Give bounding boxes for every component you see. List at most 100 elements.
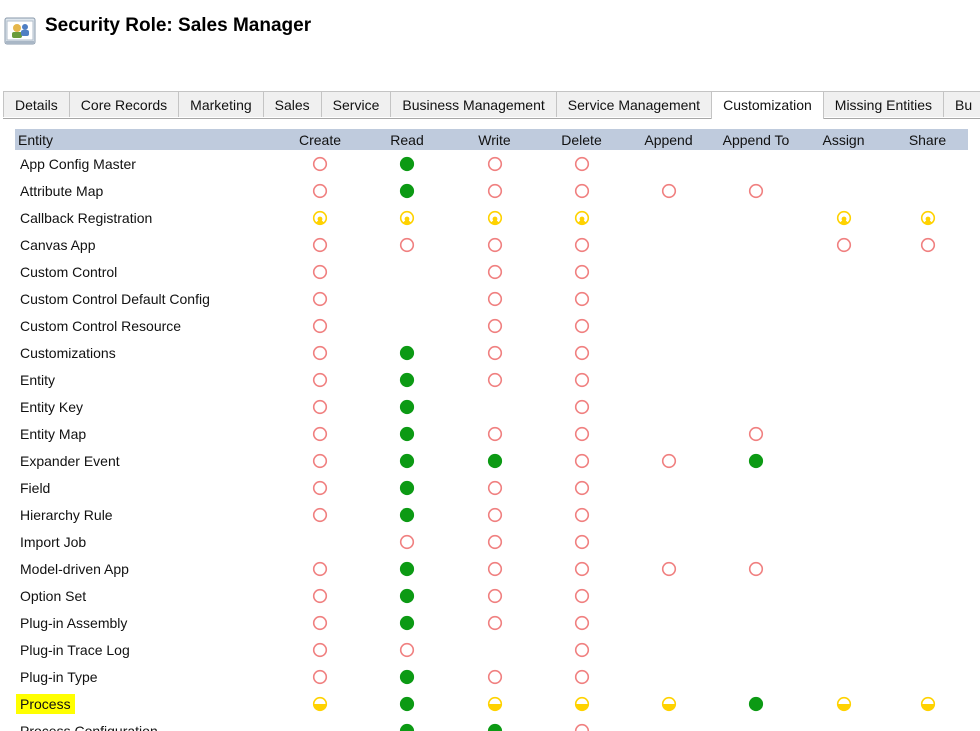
privilege-business-unit-icon[interactable] [661,696,677,712]
privilege-cell-create[interactable] [277,474,363,501]
privilege-organization-icon[interactable] [399,561,415,577]
privilege-none-icon[interactable] [574,291,590,307]
privilege-cell-read[interactable] [363,204,451,231]
tab-core-records[interactable]: Core Records [68,91,180,117]
privilege-user-icon[interactable] [312,210,328,226]
privilege-organization-icon[interactable] [399,615,415,631]
privilege-business-unit-icon[interactable] [487,696,503,712]
privilege-cell-read[interactable] [363,474,451,501]
privilege-organization-icon[interactable] [399,426,415,442]
privilege-none-icon[interactable] [487,615,503,631]
privilege-none-icon[interactable] [487,183,503,199]
privilege-cell-delete[interactable] [538,258,625,285]
privilege-cell-create[interactable] [277,258,363,285]
privilege-cell-write[interactable] [451,501,538,528]
privilege-cell-share[interactable] [887,204,968,231]
privilege-none-icon[interactable] [748,183,764,199]
privilege-cell-read[interactable] [363,690,451,717]
privilege-business-unit-icon[interactable] [836,696,852,712]
privilege-none-icon[interactable] [312,156,328,172]
privilege-organization-icon[interactable] [399,480,415,496]
privilege-cell-assign[interactable] [800,690,887,717]
privilege-none-icon[interactable] [574,561,590,577]
privilege-none-icon[interactable] [487,534,503,550]
tab-missing-entities[interactable]: Missing Entities [822,91,945,117]
privilege-cell-read[interactable] [363,582,451,609]
privilege-user-icon[interactable] [487,210,503,226]
privilege-none-icon[interactable] [487,264,503,280]
privilege-cell-delete[interactable] [538,285,625,312]
privilege-cell-delete[interactable] [538,312,625,339]
privilege-none-icon[interactable] [574,669,590,685]
privilege-none-icon[interactable] [574,318,590,334]
privilege-cell-write[interactable] [451,582,538,609]
privilege-cell-create[interactable] [277,555,363,582]
privilege-none-icon[interactable] [836,237,852,253]
privilege-organization-icon[interactable] [399,156,415,172]
privilege-cell-share[interactable] [887,690,968,717]
privilege-none-icon[interactable] [399,534,415,550]
privilege-cell-create[interactable] [277,339,363,366]
privilege-cell-append-to[interactable] [712,690,800,717]
privilege-cell-delete[interactable] [538,339,625,366]
privilege-organization-icon[interactable] [487,453,503,469]
privilege-cell-delete[interactable] [538,717,625,731]
privilege-none-icon[interactable] [399,237,415,253]
privilege-cell-delete[interactable] [538,366,625,393]
privilege-none-icon[interactable] [487,156,503,172]
privilege-organization-icon[interactable] [399,345,415,361]
privilege-none-icon[interactable] [487,480,503,496]
privilege-cell-delete[interactable] [538,447,625,474]
privilege-none-icon[interactable] [574,534,590,550]
privilege-cell-append[interactable] [625,447,712,474]
privilege-cell-write[interactable] [451,150,538,177]
privilege-cell-create[interactable] [277,663,363,690]
privilege-cell-append-to[interactable] [712,555,800,582]
privilege-cell-append-to[interactable] [712,447,800,474]
privilege-user-icon[interactable] [399,210,415,226]
privilege-cell-delete[interactable] [538,474,625,501]
privilege-none-icon[interactable] [748,561,764,577]
privilege-cell-delete[interactable] [538,231,625,258]
privilege-cell-delete[interactable] [538,177,625,204]
privilege-cell-delete[interactable] [538,204,625,231]
privilege-cell-write[interactable] [451,231,538,258]
tab-customization[interactable]: Customization [711,91,824,119]
privilege-cell-delete[interactable] [538,501,625,528]
privilege-cell-create[interactable] [277,204,363,231]
privilege-cell-write[interactable] [451,474,538,501]
privilege-cell-read[interactable] [363,636,451,663]
privilege-business-unit-icon[interactable] [312,696,328,712]
privilege-cell-delete[interactable] [538,609,625,636]
privilege-cell-create[interactable] [277,690,363,717]
privilege-cell-delete[interactable] [538,636,625,663]
privilege-cell-write[interactable] [451,312,538,339]
privilege-none-icon[interactable] [661,561,677,577]
privilege-cell-read[interactable] [363,366,451,393]
privilege-cell-assign[interactable] [800,204,887,231]
privilege-cell-write[interactable] [451,528,538,555]
privilege-cell-read[interactable] [363,663,451,690]
privilege-cell-delete[interactable] [538,555,625,582]
privilege-cell-write[interactable] [451,204,538,231]
privilege-none-icon[interactable] [574,453,590,469]
privilege-cell-create[interactable] [277,366,363,393]
privilege-cell-read[interactable] [363,420,451,447]
tab-bu[interactable]: Bu [943,91,980,117]
privilege-cell-read[interactable] [363,555,451,582]
privilege-cell-write[interactable] [451,339,538,366]
privilege-cell-create[interactable] [277,312,363,339]
privilege-none-icon[interactable] [312,588,328,604]
privilege-organization-icon[interactable] [399,399,415,415]
privilege-none-icon[interactable] [487,318,503,334]
privilege-none-icon[interactable] [312,507,328,523]
privilege-none-icon[interactable] [574,264,590,280]
privilege-cell-read[interactable] [363,501,451,528]
privilege-cell-write[interactable] [451,609,538,636]
privilege-none-icon[interactable] [487,291,503,307]
privilege-none-icon[interactable] [748,426,764,442]
privilege-organization-icon[interactable] [748,696,764,712]
privilege-cell-create[interactable] [277,636,363,663]
privilege-cell-write[interactable] [451,285,538,312]
privilege-user-icon[interactable] [574,210,590,226]
